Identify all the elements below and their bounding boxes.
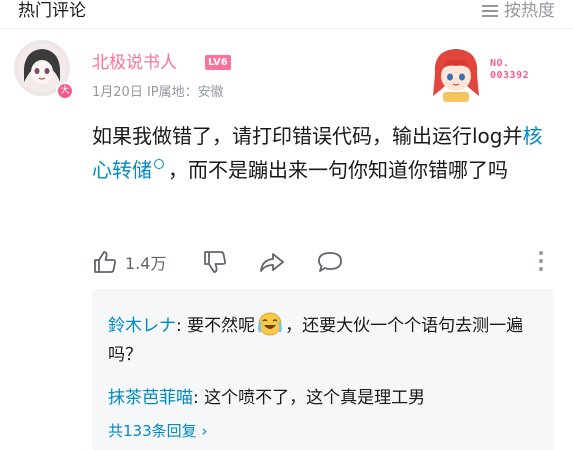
reply-text: : 这个喷不了，这个真是理工男 [193,388,426,408]
comment-text: 如果我做错了，请打印错误代码，输出运行log并核心转储 ，而不是蹦出来一句你知道你… [92,119,558,187]
share-icon [258,250,286,274]
sort-label: 按热度 [504,1,555,21]
fan-badge-image [425,44,487,106]
reply-username[interactable]: 抹茶芭菲喵 [108,388,193,408]
reply-preview-box[interactable]: 鈴木レナ: 要不然呢 ，还要大伙一个个语句去测一遍吗？ 抹茶芭菲喵: 这个喷不了，… [92,289,554,450]
comment-date: 1月20日 [92,85,143,100]
dislike-button[interactable] [202,250,228,274]
comment-section-header: 热门评论 按热度 [0,0,573,26]
view-all-replies-link[interactable]: 共133条回复 › [108,421,207,441]
crying-laugh-emoji-icon [257,312,283,336]
avatar-badge: 大 [56,82,74,100]
level-badge: LV6 [205,55,231,70]
fan-number-prefix: NO. [490,58,510,69]
reply-username[interactable]: 鈴木レナ [108,316,176,336]
more-options-button[interactable] [538,250,544,272]
thumbs-up-icon [92,250,118,274]
reply-item: 鈴木レナ: 要不然呢 ，还要大伙一个个语句去测一遍吗？ [108,312,538,370]
comment-meta: 1月20日 IP属地：安徽 [92,84,224,102]
reply-item: 抹茶芭菲喵: 这个喷不了，这个真是理工男 [108,384,538,413]
like-count: 1.4万 [125,254,167,273]
thumbs-down-icon [202,250,228,274]
comment-text-part1: 如果我做错了，请打印错误代码，输出运行log并 [92,124,523,148]
sort-menu-icon [482,4,498,18]
comment-icon [316,250,344,274]
reply-button[interactable] [316,250,344,274]
fan-number: NO. 003392 [490,58,529,82]
ip-location: IP属地：安徽 [146,85,224,100]
comment-actions: 1.4万 [92,250,558,276]
username[interactable]: 北极说书人 [92,52,177,74]
comment-text-part2: ，而不是蹦出来一句你知道你错哪了吗 [168,158,508,182]
reply-text: : 要不然呢 [176,316,256,336]
section-title: 热门评论 [18,1,86,21]
sort-toggle[interactable]: 按热度 [482,0,555,22]
divider [0,28,573,29]
avatar[interactable]: 大 [14,40,74,100]
more-vertical-icon [538,250,544,272]
like-button[interactable]: 1.4万 [92,250,166,274]
share-button[interactable] [258,250,286,274]
search-icon[interactable] [154,159,164,169]
fan-number-value: 003392 [490,70,530,81]
